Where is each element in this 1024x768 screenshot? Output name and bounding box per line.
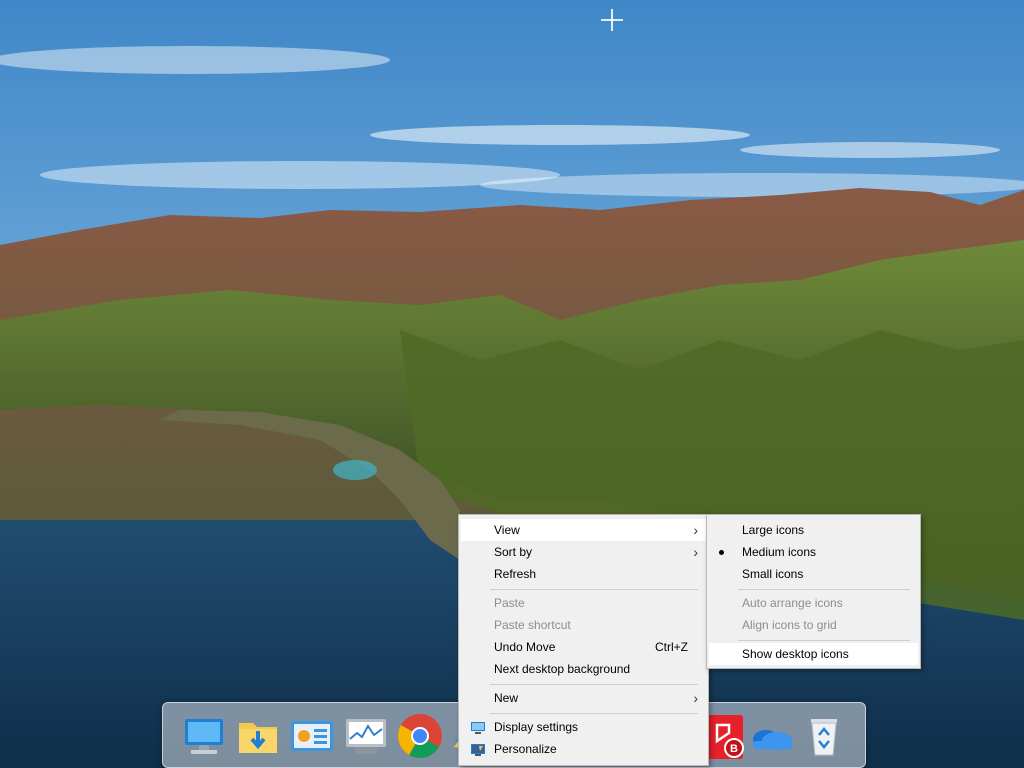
menu-separator [490,589,698,590]
performance-monitor-icon[interactable] [341,711,391,761]
menu-separator [738,589,910,590]
submenu-item-auto-arrange-icons[interactable]: Auto arrange icons [709,592,918,614]
menu-item-display-settings[interactable]: Display settings [461,716,706,738]
chevron-right-icon: › [693,522,698,538]
menu-item-personalize[interactable]: Personalize [461,738,706,760]
onedrive-icon[interactable] [745,711,795,761]
menu-item-next-desktop-background[interactable]: Next desktop background [461,658,706,680]
chrome-icon[interactable] [395,711,445,761]
this-pc-icon[interactable] [179,711,229,761]
control-panel-icon[interactable] [287,711,337,761]
menu-separator [490,713,698,714]
submenu-item-align-icons-to-grid[interactable]: Align icons to grid [709,614,918,636]
display-settings-icon [470,720,486,734]
submenu-item-medium-icons[interactable]: Medium icons [709,541,918,563]
svg-text:B: B [730,743,738,755]
menu-item-view[interactable]: View › [461,519,706,541]
chevron-right-icon: › [693,544,698,560]
chevron-right-icon: › [693,690,698,706]
submenu-item-small-icons[interactable]: Small icons [709,563,918,585]
menu-item-paste[interactable]: Paste [461,592,706,614]
desktop-context-menu: View › Sort by › Refresh Paste Paste sho… [458,514,709,766]
menu-item-undo-move[interactable]: Undo Move Ctrl+Z [461,636,706,658]
view-submenu: Large icons Medium icons Small icons Aut… [706,514,921,669]
selected-bullet-icon [719,550,724,555]
menu-item-new[interactable]: New › [461,687,706,709]
submenu-item-large-icons[interactable]: Large icons [709,519,918,541]
menu-item-sort-by[interactable]: Sort by › [461,541,706,563]
crosshair-cursor-icon [600,8,624,32]
shortcut-label: Ctrl+Z [655,640,688,654]
menu-item-paste-shortcut[interactable]: Paste shortcut [461,614,706,636]
recycle-bin-icon[interactable] [799,711,849,761]
menu-separator [490,684,698,685]
submenu-item-show-desktop-icons[interactable]: Show desktop icons [709,643,918,665]
downloads-folder-icon[interactable] [233,711,283,761]
menu-item-refresh[interactable]: Refresh [461,563,706,585]
menu-separator [738,640,910,641]
personalize-icon [470,742,486,756]
